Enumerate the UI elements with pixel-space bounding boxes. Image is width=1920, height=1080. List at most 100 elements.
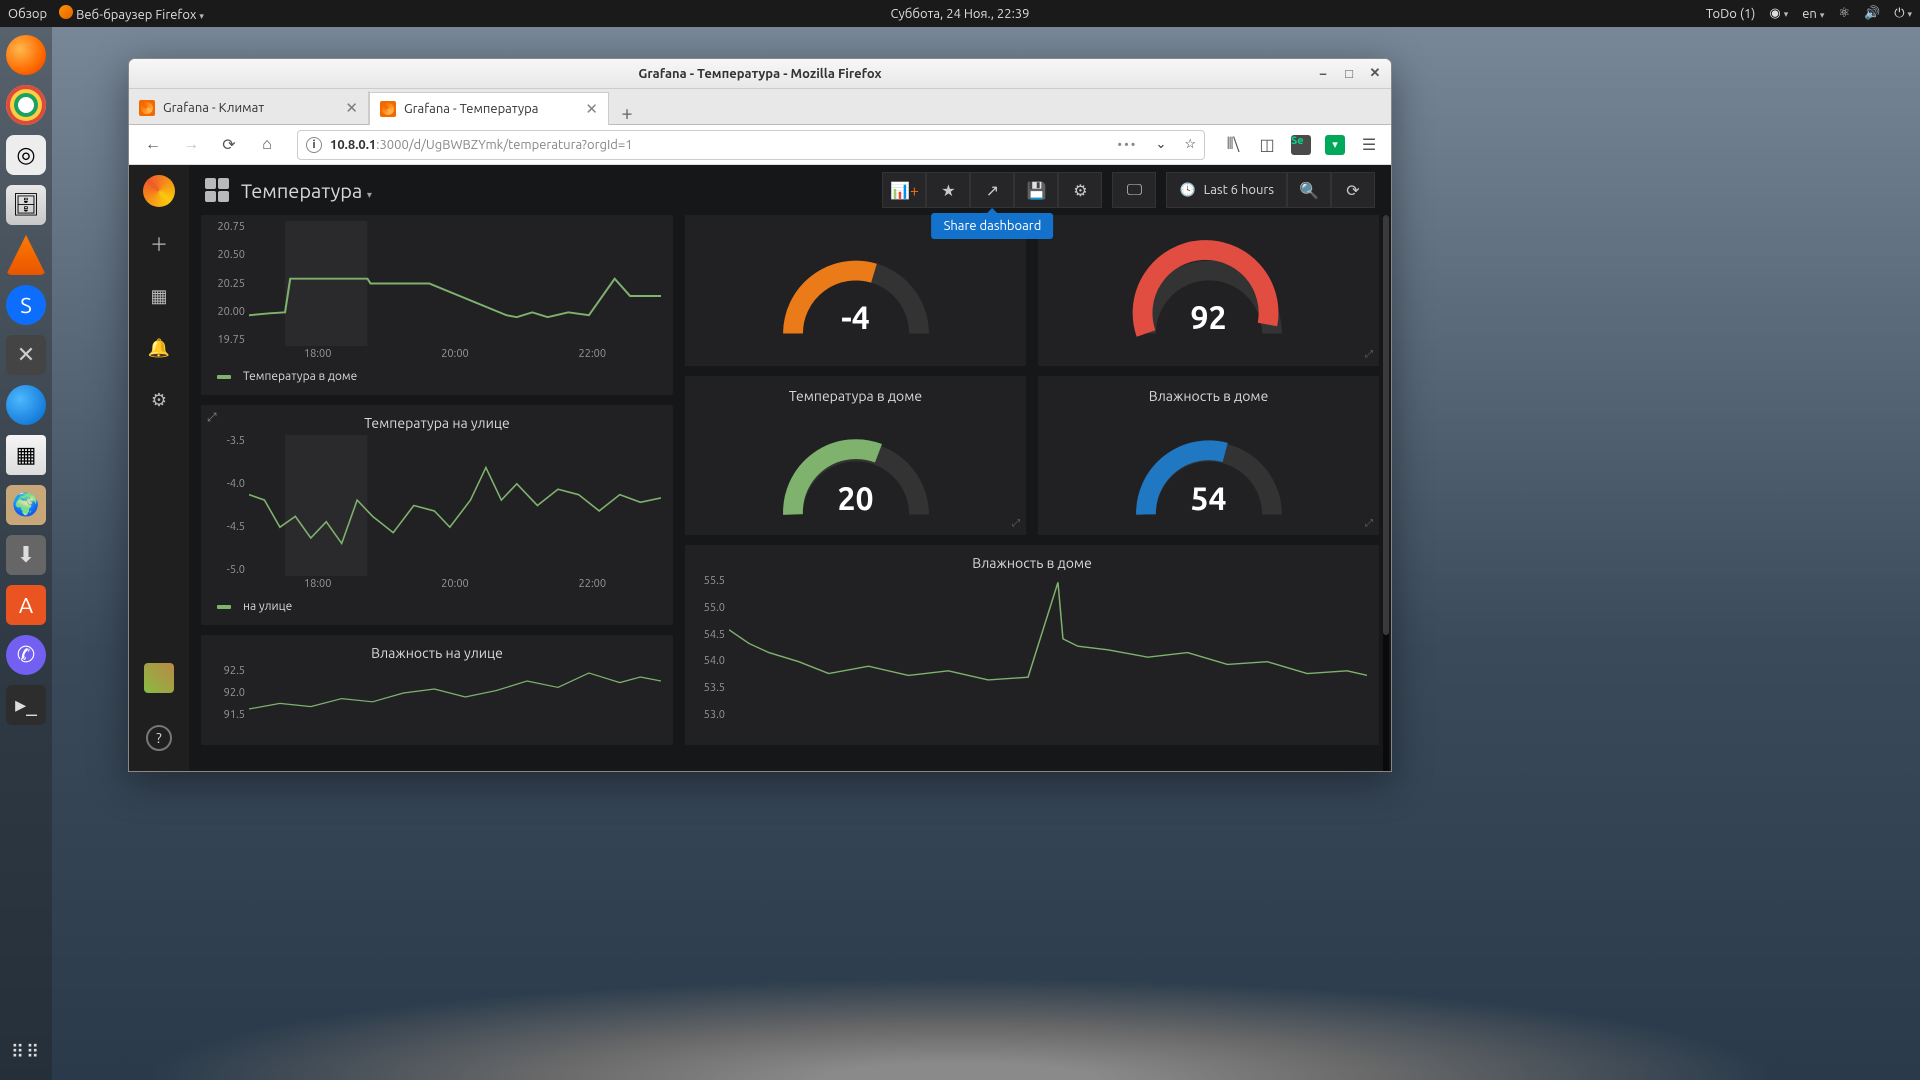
dock-thunderbird-icon[interactable]: [6, 385, 46, 425]
add-panel-button[interactable]: 📊+: [882, 172, 926, 208]
popout-icon[interactable]: ⤢: [1365, 517, 1373, 529]
popout-icon[interactable]: ⤢: [1365, 348, 1373, 360]
popout-icon[interactable]: ⤢: [1012, 517, 1020, 529]
tab-strip: Grafana - Климат ✕ Grafana - Температура…: [129, 89, 1391, 125]
dock-rhythmbox-icon[interactable]: ◎: [6, 135, 46, 175]
gauge-grid-bottom: Температура в доме 20 ⤢ Влажность в доме: [685, 376, 1379, 535]
dock-software-icon[interactable]: A: [6, 585, 46, 625]
zoom-out-button[interactable]: 🔍: [1287, 172, 1331, 208]
plot-area: [729, 575, 1367, 721]
refresh-button[interactable]: ⟳: [1331, 172, 1375, 208]
dock-viber-icon[interactable]: ✆: [6, 635, 46, 675]
popout-icon[interactable]: ⤢: [207, 411, 217, 425]
tab-climate[interactable]: Grafana - Климат ✕: [129, 91, 369, 124]
sidebar-create-icon[interactable]: ＋: [144, 229, 174, 259]
user-avatar-icon[interactable]: [144, 663, 174, 693]
url-path: :3000/d/UgBWBZYmk/temperatura?orgId=1: [376, 138, 632, 152]
window-titlebar[interactable]: Grafana - Температура - Mozilla Firefox …: [129, 59, 1391, 89]
page-actions-icon[interactable]: •••: [1117, 138, 1137, 152]
sidebar-icon[interactable]: ◫: [1253, 131, 1281, 159]
gauge-outside-hum[interactable]: 92 ⤢: [1038, 215, 1379, 366]
dashboard-icon[interactable]: [205, 178, 229, 202]
nav-toolbar: ← → ⟳ ⌂ i 10.8.0.1:3000/d/UgBWBZYmk/temp…: [129, 125, 1391, 165]
window-maximize-button[interactable]: □: [1339, 64, 1359, 84]
show-apps-icon[interactable]: ⠿⠿: [6, 1032, 46, 1072]
volume-icon[interactable]: 🔊: [1864, 6, 1880, 21]
share-button[interactable]: ↗ Share dashboard: [970, 172, 1014, 208]
tab-temperature[interactable]: Grafana - Температура ✕: [369, 92, 609, 125]
dock-vlc-icon[interactable]: [6, 235, 46, 275]
sidebar-config-icon[interactable]: ⚙: [144, 385, 174, 415]
sidebar-dashboards-icon[interactable]: ▦: [144, 281, 174, 311]
new-tab-button[interactable]: +: [609, 101, 645, 124]
accessibility-icon[interactable]: ◉ ▾: [1769, 6, 1788, 21]
library-icon[interactable]: ⫴\: [1219, 131, 1247, 159]
tab-close-button[interactable]: ✕: [345, 99, 358, 117]
sidebar-alerting-icon[interactable]: 🔔: [144, 333, 174, 363]
url-host: 10.8.0.1: [330, 138, 376, 152]
language-indicator[interactable]: en ▾: [1802, 7, 1824, 21]
plot-area: [249, 221, 661, 346]
dock-calculator-icon[interactable]: ▦: [6, 435, 46, 475]
gauge-home-temp[interactable]: Температура в доме 20 ⤢: [685, 376, 1026, 535]
selenium-icon[interactable]: Se: [1287, 131, 1315, 159]
site-info-icon[interactable]: i: [306, 137, 322, 153]
window-close-button[interactable]: ✕: [1365, 64, 1385, 84]
save-button[interactable]: 💾: [1014, 172, 1058, 208]
gauge-title: Влажность в доме: [1149, 388, 1269, 404]
bookmark-star-icon[interactable]: ☆: [1184, 137, 1196, 152]
dock: ◎ 🗄 S ✕ ▦ 🌍 ⬇ A ✆ ▸_ ⠿⠿: [0, 27, 52, 1080]
todo-indicator[interactable]: ToDo (1): [1706, 7, 1756, 21]
help-icon[interactable]: ?: [146, 725, 172, 751]
grafana-sidebar: ＋ ▦ 🔔 ⚙ ?: [129, 165, 189, 771]
time-range-picker[interactable]: 🕓 Last 6 hours: [1166, 172, 1287, 208]
power-icon[interactable]: ⏻ ▾: [1894, 6, 1912, 21]
nav-home-button[interactable]: ⌂: [251, 129, 283, 161]
panel-home-hum[interactable]: Влажность в доме 55.555.054.554.053.553.…: [685, 545, 1379, 745]
activities-button[interactable]: Обзор: [8, 7, 47, 21]
clock-icon: 🕓: [1179, 183, 1195, 198]
dashboard-toolbar: 📊+ ★ ↗ Share dashboard 💾 ⚙ 🖵 🕓 Last 6 ho…: [882, 172, 1375, 208]
dock-files-icon[interactable]: 🗄: [6, 185, 46, 225]
panel-home-temp[interactable]: 20.7520.5020.2520.0019.75 18:0020:: [201, 215, 673, 395]
firefox-window: Grafana - Температура - Mozilla Firefox …: [128, 58, 1392, 772]
panel-outside-hum[interactable]: Влажность на улице 92.592.091.5: [201, 635, 673, 745]
grafana-logo-icon[interactable]: [143, 175, 175, 207]
chart-legend[interactable]: Температура в доме: [209, 364, 665, 389]
pocket-icon[interactable]: ⌄: [1155, 137, 1166, 152]
star-button[interactable]: ★: [926, 172, 970, 208]
url-bar[interactable]: i 10.8.0.1:3000/d/UgBWBZYmk/temperatura?…: [297, 130, 1205, 160]
share-tooltip: Share dashboard: [932, 213, 1054, 239]
panel-title: Влажность в доме: [693, 551, 1371, 575]
dock-tools-icon[interactable]: ✕: [6, 335, 46, 375]
nav-reload-button[interactable]: ⟳: [213, 129, 245, 161]
gauge-home-hum[interactable]: Влажность в доме 54 ⤢: [1038, 376, 1379, 535]
nav-forward-button[interactable]: →: [175, 129, 207, 161]
app-menu[interactable]: Веб-браузер Firefox ▾: [59, 5, 204, 22]
time-range-label: Last 6 hours: [1204, 183, 1274, 197]
panel-outside-temp[interactable]: ⤢ Температура на улице -3.5-4.0-4.5-5.0: [201, 405, 673, 625]
clock[interactable]: Суббота, 24 Ноя., 22:39: [891, 7, 1030, 21]
window-minimize-button[interactable]: –: [1313, 64, 1333, 84]
dock-firefox-icon[interactable]: [6, 35, 46, 75]
firefox-icon: [59, 5, 73, 19]
scrollbar[interactable]: [1383, 215, 1389, 771]
dock-simplenote-icon[interactable]: S: [6, 285, 46, 325]
chart-legend[interactable]: на улице: [209, 594, 665, 619]
tab-close-button[interactable]: ✕: [585, 100, 598, 118]
gnome-topbar: Обзор Веб-браузер Firefox ▾ Суббота, 24 …: [0, 0, 1920, 27]
network-icon[interactable]: ⚛: [1838, 6, 1850, 21]
tab-label: Grafana - Климат: [163, 101, 264, 115]
scrollbar-thumb[interactable]: [1383, 215, 1389, 635]
dock-maps-icon[interactable]: 🌍: [6, 485, 46, 525]
dock-terminal-icon[interactable]: ▸_: [6, 685, 46, 725]
hamburger-menu-icon[interactable]: ☰: [1355, 131, 1383, 159]
settings-button[interactable]: ⚙: [1058, 172, 1102, 208]
dock-chrome-icon[interactable]: [6, 85, 46, 125]
grafana-main: Температура ▾ 📊+ ★ ↗ Share dashboard 💾 ⚙…: [189, 165, 1391, 771]
nav-back-button[interactable]: ←: [137, 129, 169, 161]
cycle-view-button[interactable]: 🖵: [1112, 172, 1156, 208]
kaspersky-icon[interactable]: [1321, 131, 1349, 159]
dock-startup-icon[interactable]: ⬇: [6, 535, 46, 575]
dashboard-title[interactable]: Температура ▾: [241, 179, 372, 202]
